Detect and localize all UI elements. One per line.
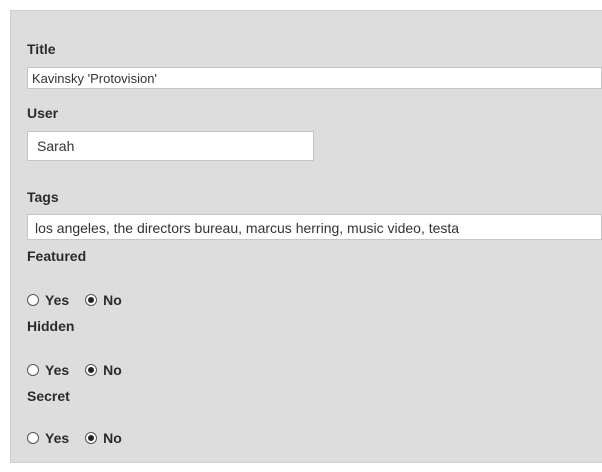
title-input-value: Kavinsky 'Protovision': [32, 71, 157, 86]
secret-label: Secret: [27, 388, 70, 404]
user-input[interactable]: Sarah: [27, 131, 314, 161]
secret-yes-option[interactable]: Yes: [27, 430, 69, 446]
secret-radio-group: Yes No: [27, 428, 122, 448]
secret-no-radio[interactable]: [85, 432, 98, 444]
featured-yes-radio[interactable]: [27, 294, 39, 306]
user-input-value: Sarah: [37, 138, 75, 154]
hidden-yes-option[interactable]: Yes: [27, 362, 69, 378]
featured-yes-option[interactable]: Yes: [27, 292, 69, 308]
hidden-no-label: No: [103, 362, 122, 378]
hidden-radio-group: Yes No: [27, 360, 122, 380]
title-input[interactable]: Kavinsky 'Protovision': [27, 67, 602, 89]
featured-radio-group: Yes No: [27, 290, 122, 310]
secret-yes-label: Yes: [45, 430, 70, 446]
featured-no-radio[interactable]: [85, 294, 98, 306]
featured-label: Featured: [27, 248, 87, 264]
hidden-label: Hidden: [27, 318, 75, 334]
secret-no-option[interactable]: No: [85, 430, 122, 446]
tags-input-value: los angeles, the directors bureau, marcu…: [35, 220, 460, 236]
hidden-no-option[interactable]: No: [85, 362, 122, 378]
title-label: Title: [27, 41, 56, 57]
tags-label: Tags: [27, 189, 59, 205]
featured-no-label: No: [103, 292, 122, 308]
featured-yes-label: Yes: [45, 292, 70, 308]
tags-input[interactable]: los angeles, the directors bureau, marcu…: [27, 214, 602, 240]
hidden-no-radio[interactable]: [85, 364, 98, 376]
featured-no-option[interactable]: No: [85, 292, 122, 308]
hidden-yes-label: Yes: [45, 362, 70, 378]
user-label: User: [27, 105, 59, 121]
hidden-yes-radio[interactable]: [27, 364, 39, 376]
secret-yes-radio[interactable]: [27, 432, 39, 444]
secret-no-label: No: [103, 430, 122, 446]
